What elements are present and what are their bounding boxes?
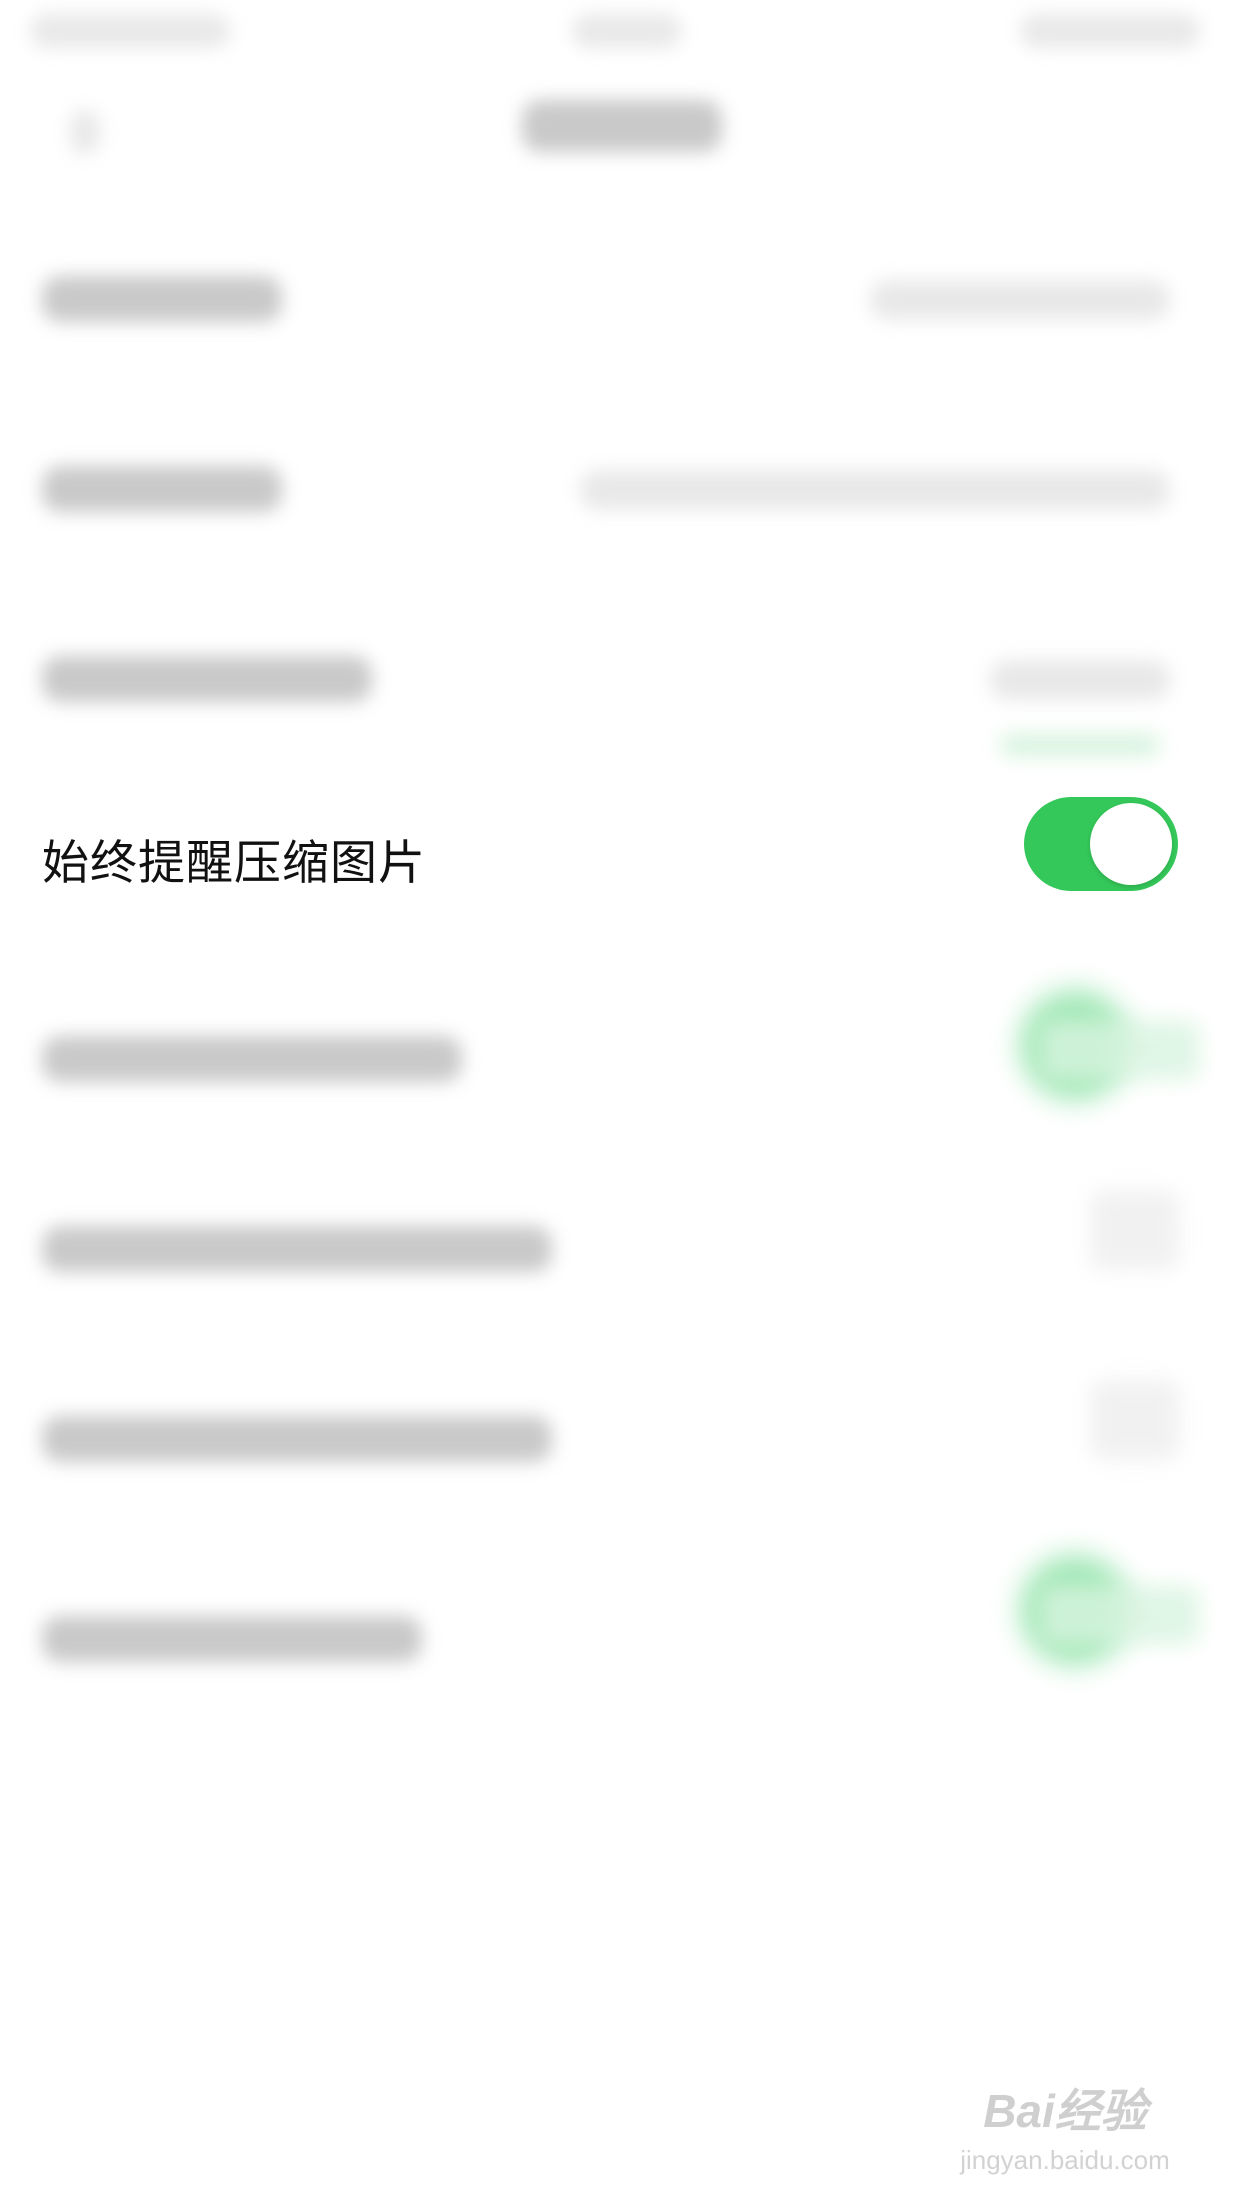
row-7-toggle-blurred [1090,1380,1180,1460]
row-5-label-blurred [42,1036,462,1082]
row-3-accent-blurred [1000,735,1160,755]
row-7-label-blurred [42,1416,552,1462]
row-8-toggle-track-blurred [1040,1585,1200,1645]
back-chevron-icon[interactable] [70,110,100,154]
row-5-toggle-track-blurred [1040,1020,1200,1080]
setting-label: 始终提醒压缩图片 [42,836,426,891]
watermark-brand: Bai经验 [983,2085,1147,2137]
row-6-label-blurred [42,1226,552,1272]
toggle-knob [1090,803,1172,885]
row-8-label-blurred [42,1616,422,1662]
row-2-value-blurred [580,470,1170,510]
status-bar-carrier [30,14,230,48]
compress-images-toggle[interactable] [1024,797,1178,891]
row-3-value-blurred [990,660,1170,700]
row-6-toggle-blurred [1090,1190,1180,1270]
status-bar-battery [1020,14,1200,48]
baidu-watermark: Bai经验 jingyan.baidu.com [950,2075,1180,2176]
watermark-url: jingyan.baidu.com [960,2145,1170,2175]
status-bar-time [572,14,682,48]
row-3-label-blurred [42,656,372,702]
row-2-label-blurred [42,466,282,512]
row-1-label-blurred [42,276,282,322]
page-title-blurred [522,100,722,152]
row-1-value-blurred [870,280,1170,320]
